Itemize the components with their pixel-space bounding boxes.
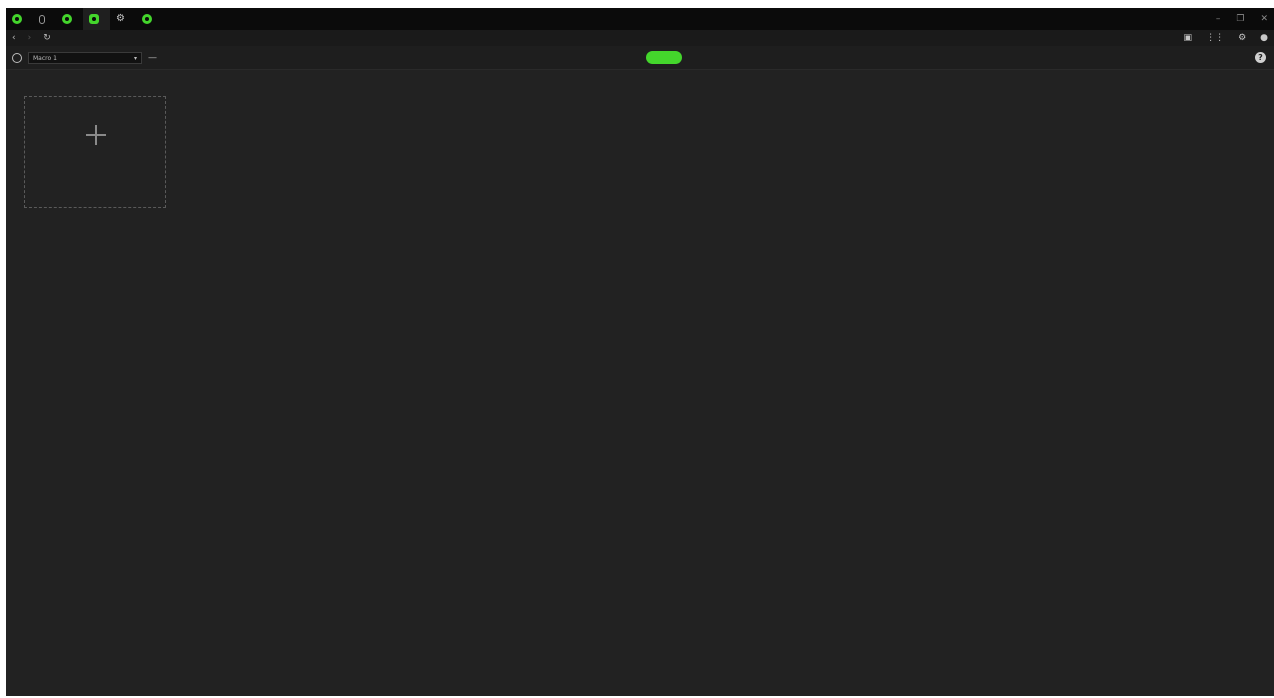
tab-bar: ⚙ – ❐ ✕ — [6, 8, 1274, 30]
profile-bar: Macro 1 ▾ — ? — [6, 46, 1274, 70]
account-icon[interactable]: ● — [1260, 33, 1268, 43]
settings-icon[interactable]: ⚙ — [1238, 33, 1246, 43]
tab-synapse[interactable] — [6, 8, 33, 30]
profile-dropdown[interactable]: Macro 1 ▾ — [28, 52, 142, 64]
tab-app-2[interactable] — [56, 8, 83, 30]
forward-icon[interactable]: › — [28, 33, 32, 43]
chevron-down-icon: ▾ — [133, 54, 137, 62]
minimize-icon[interactable]: – — [1216, 14, 1221, 24]
nav-buttons: ‹ › ↻ — [12, 30, 51, 46]
toggle-option-on[interactable] — [646, 51, 682, 64]
mouse-icon — [39, 14, 45, 24]
app-icon — [141, 14, 152, 24]
close-icon[interactable]: ✕ — [1260, 14, 1268, 24]
app-window: ⚙ – ❐ ✕ ‹ › ↻ ▣ ⋮⋮ ⚙ ● Macro 1 ▾ — ? — [6, 8, 1274, 696]
window-controls: – ❐ ✕ — [1216, 8, 1268, 30]
page-title — [626, 30, 656, 46]
nav-bar: ‹ › ↻ ▣ ⋮⋮ ⚙ ● — [6, 30, 1274, 46]
refresh-icon[interactable]: ↻ — [43, 33, 51, 43]
synapse-icon — [12, 14, 22, 24]
tab-macro[interactable] — [83, 8, 110, 30]
tab-settings[interactable]: ⚙ — [110, 8, 136, 30]
plus-icon — [86, 125, 106, 145]
add-macro-card[interactable] — [24, 96, 166, 208]
tab-app-6[interactable] — [136, 8, 163, 30]
nav-right-icons: ▣ ⋮⋮ ⚙ ● — [1184, 30, 1268, 46]
profile-icon — [12, 53, 22, 63]
app-icon — [62, 14, 72, 24]
restore-icon[interactable]: ❐ — [1236, 14, 1244, 24]
main-content — [6, 70, 1274, 696]
tab-mouse[interactable] — [33, 8, 56, 30]
notification-icon[interactable]: ▣ — [1184, 33, 1193, 43]
apps-grid-icon[interactable]: ⋮⋮ — [1206, 33, 1224, 43]
profile-selected-value: Macro 1 — [33, 54, 57, 62]
profile-more-button[interactable]: — — [148, 52, 157, 64]
back-icon[interactable]: ‹ — [12, 33, 16, 43]
macro-app-icon — [89, 14, 99, 24]
help-icon[interactable]: ? — [1255, 52, 1266, 63]
gear-icon: ⚙ — [116, 13, 125, 24]
